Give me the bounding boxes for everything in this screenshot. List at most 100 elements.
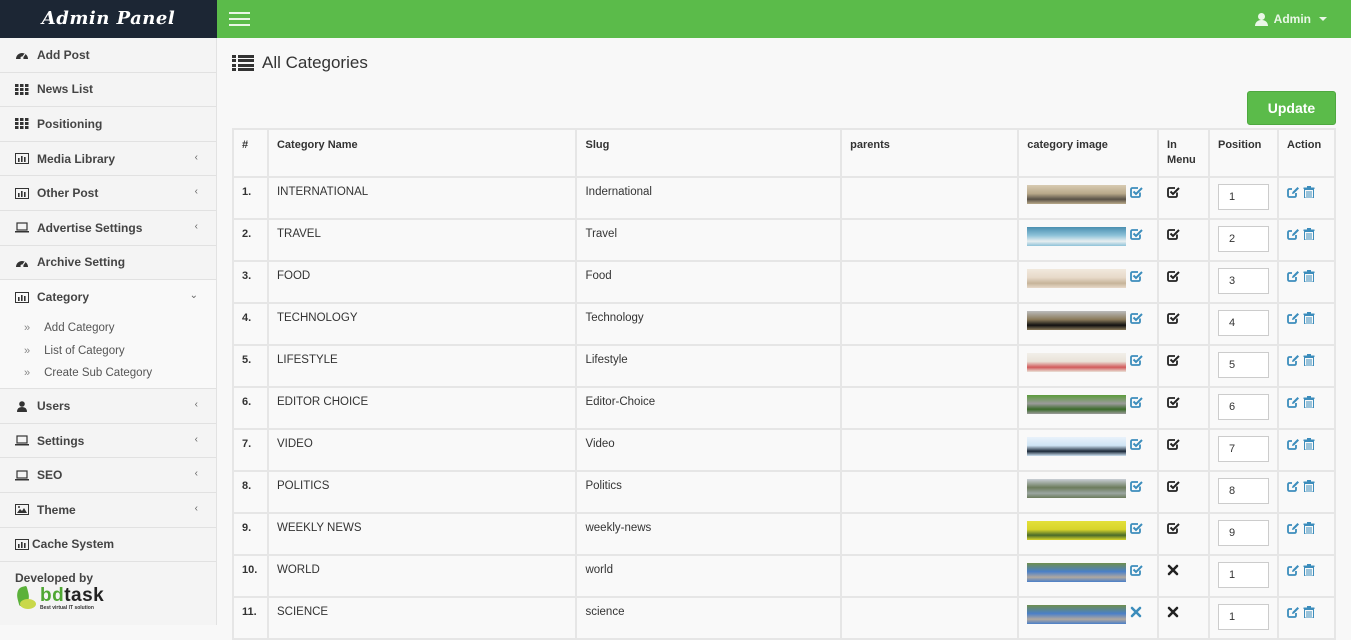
check-square-icon[interactable] xyxy=(1167,397,1180,411)
row-number: 8. xyxy=(232,470,269,514)
position-input[interactable] xyxy=(1218,604,1269,630)
check-square-icon[interactable] xyxy=(1130,270,1143,282)
edit-icon[interactable] xyxy=(1287,439,1303,453)
submenu-item-label: Create Sub Category xyxy=(44,367,153,379)
sidebar-item-users[interactable]: Users ‹ xyxy=(0,389,216,424)
check-square-icon[interactable] xyxy=(1167,271,1180,285)
chevron-left-icon: ‹ xyxy=(194,468,198,480)
brand-logo[interactable]: Admin Panel xyxy=(0,0,217,38)
check-square-icon[interactable] xyxy=(1130,438,1143,450)
position-input[interactable] xyxy=(1218,310,1269,336)
sidebar-item-category[interactable]: Category ⌄ xyxy=(0,280,216,315)
submenu-item-add-category[interactable]: » Add Category xyxy=(0,317,216,340)
position-input[interactable] xyxy=(1218,478,1269,504)
trash-icon[interactable] xyxy=(1303,228,1318,243)
edit-icon[interactable] xyxy=(1287,229,1303,243)
trash-icon[interactable] xyxy=(1303,564,1318,579)
category-parents xyxy=(840,596,1020,640)
page-title: All Categories xyxy=(232,53,368,73)
check-square-icon[interactable] xyxy=(1167,481,1180,495)
check-square-icon[interactable] xyxy=(1130,354,1143,366)
check-square-icon[interactable] xyxy=(1167,439,1180,453)
category-parents xyxy=(840,302,1020,346)
position-input[interactable] xyxy=(1218,562,1269,588)
edit-icon[interactable] xyxy=(1287,313,1303,327)
sidebar-item-settings[interactable]: Settings ‹ xyxy=(0,423,216,459)
check-square-icon[interactable] xyxy=(1167,523,1180,537)
sidebar-item-seo[interactable]: SEO ‹ xyxy=(0,458,216,494)
edit-icon[interactable] xyxy=(1287,481,1303,495)
check-square-icon[interactable] xyxy=(1130,522,1143,534)
sidebar-item-media-library[interactable]: Media Library ‹ xyxy=(0,141,216,177)
check-square-icon[interactable] xyxy=(1167,187,1180,201)
edit-icon[interactable] xyxy=(1287,565,1303,579)
sidebar-item-advertise-settings[interactable]: Advertise Settings ‹ xyxy=(0,210,216,246)
check-square-icon[interactable] xyxy=(1167,313,1180,327)
submenu-item-label: Add Category xyxy=(44,322,115,334)
position-input[interactable] xyxy=(1218,268,1269,294)
edit-icon[interactable] xyxy=(1287,607,1303,621)
sidebar-item-cache-system[interactable]: Cache System xyxy=(0,527,216,563)
check-square-icon[interactable] xyxy=(1130,396,1143,408)
sidebar-item-theme[interactable]: Theme ‹ xyxy=(0,493,216,528)
position-input[interactable] xyxy=(1218,226,1269,252)
trash-icon[interactable] xyxy=(1303,354,1318,369)
sidebar-item-positioning[interactable]: Positioning xyxy=(0,107,216,142)
trash-icon[interactable] xyxy=(1303,606,1318,621)
sidebar-item-label: Advertise Settings xyxy=(37,220,143,235)
trash-icon[interactable] xyxy=(1303,438,1318,453)
edit-icon[interactable] xyxy=(1287,187,1303,201)
category-slug: Food xyxy=(575,260,843,304)
submenu-item-create-sub-category[interactable]: » Create Sub Category xyxy=(0,362,216,385)
position-input[interactable] xyxy=(1218,352,1269,378)
position-input[interactable] xyxy=(1218,184,1269,210)
category-image-cell xyxy=(1017,470,1160,514)
trash-icon[interactable] xyxy=(1303,186,1318,201)
position-cell xyxy=(1208,302,1279,346)
close-icon[interactable] xyxy=(1167,606,1179,621)
check-square-icon[interactable] xyxy=(1167,229,1180,243)
category-name: POLITICS xyxy=(266,470,578,514)
trash-icon[interactable] xyxy=(1303,522,1318,537)
col-header-slug: Slug xyxy=(575,128,843,178)
position-cell xyxy=(1208,344,1279,388)
check-square-icon[interactable] xyxy=(1130,312,1143,324)
trash-icon[interactable] xyxy=(1303,480,1318,495)
in-menu-cell xyxy=(1157,344,1210,388)
edit-icon[interactable] xyxy=(1287,271,1303,285)
update-button[interactable]: Update xyxy=(1247,91,1336,125)
trash-icon[interactable] xyxy=(1303,312,1318,327)
table-row: 11. SCIENCE science xyxy=(232,596,1336,640)
laptop-icon xyxy=(15,435,29,446)
sidebar-item-news-list[interactable]: News List xyxy=(0,72,216,108)
top-navbar: Admin Panel Admin xyxy=(0,0,1351,38)
user-menu[interactable]: Admin xyxy=(1254,0,1327,38)
category-parents xyxy=(840,554,1020,598)
table-row: 3. FOOD Food xyxy=(232,260,1336,304)
position-input[interactable] xyxy=(1218,520,1269,546)
position-input[interactable] xyxy=(1218,436,1269,462)
sidebar-item-archive-setting[interactable]: Archive Setting xyxy=(0,245,216,281)
trash-icon[interactable] xyxy=(1303,270,1318,285)
sidebar-item-add-post[interactable]: Add Post xyxy=(0,38,216,73)
sidebar-toggle-icon[interactable] xyxy=(229,12,250,26)
table-row: 4. TECHNOLOGY Technology xyxy=(232,302,1336,346)
submenu-item-list-of-category[interactable]: » List of Category xyxy=(0,339,216,362)
check-square-icon[interactable] xyxy=(1130,480,1143,492)
image-icon xyxy=(15,504,29,516)
sidebar-item-other-post[interactable]: Other Post ‹ xyxy=(0,176,216,211)
check-square-icon[interactable] xyxy=(1130,228,1143,240)
edit-icon[interactable] xyxy=(1287,523,1303,537)
check-square-icon[interactable] xyxy=(1130,564,1143,576)
edit-icon[interactable] xyxy=(1287,397,1303,411)
edit-icon[interactable] xyxy=(1287,355,1303,369)
position-input[interactable] xyxy=(1218,394,1269,420)
row-number: 3. xyxy=(232,260,269,304)
sidebar-item-label: Theme xyxy=(37,502,76,517)
close-icon[interactable] xyxy=(1130,606,1143,618)
check-square-icon[interactable] xyxy=(1167,355,1180,369)
sidebar-item-label: Positioning xyxy=(37,116,103,131)
trash-icon[interactable] xyxy=(1303,396,1318,411)
close-icon[interactable] xyxy=(1167,564,1179,579)
check-square-icon[interactable] xyxy=(1130,186,1143,198)
